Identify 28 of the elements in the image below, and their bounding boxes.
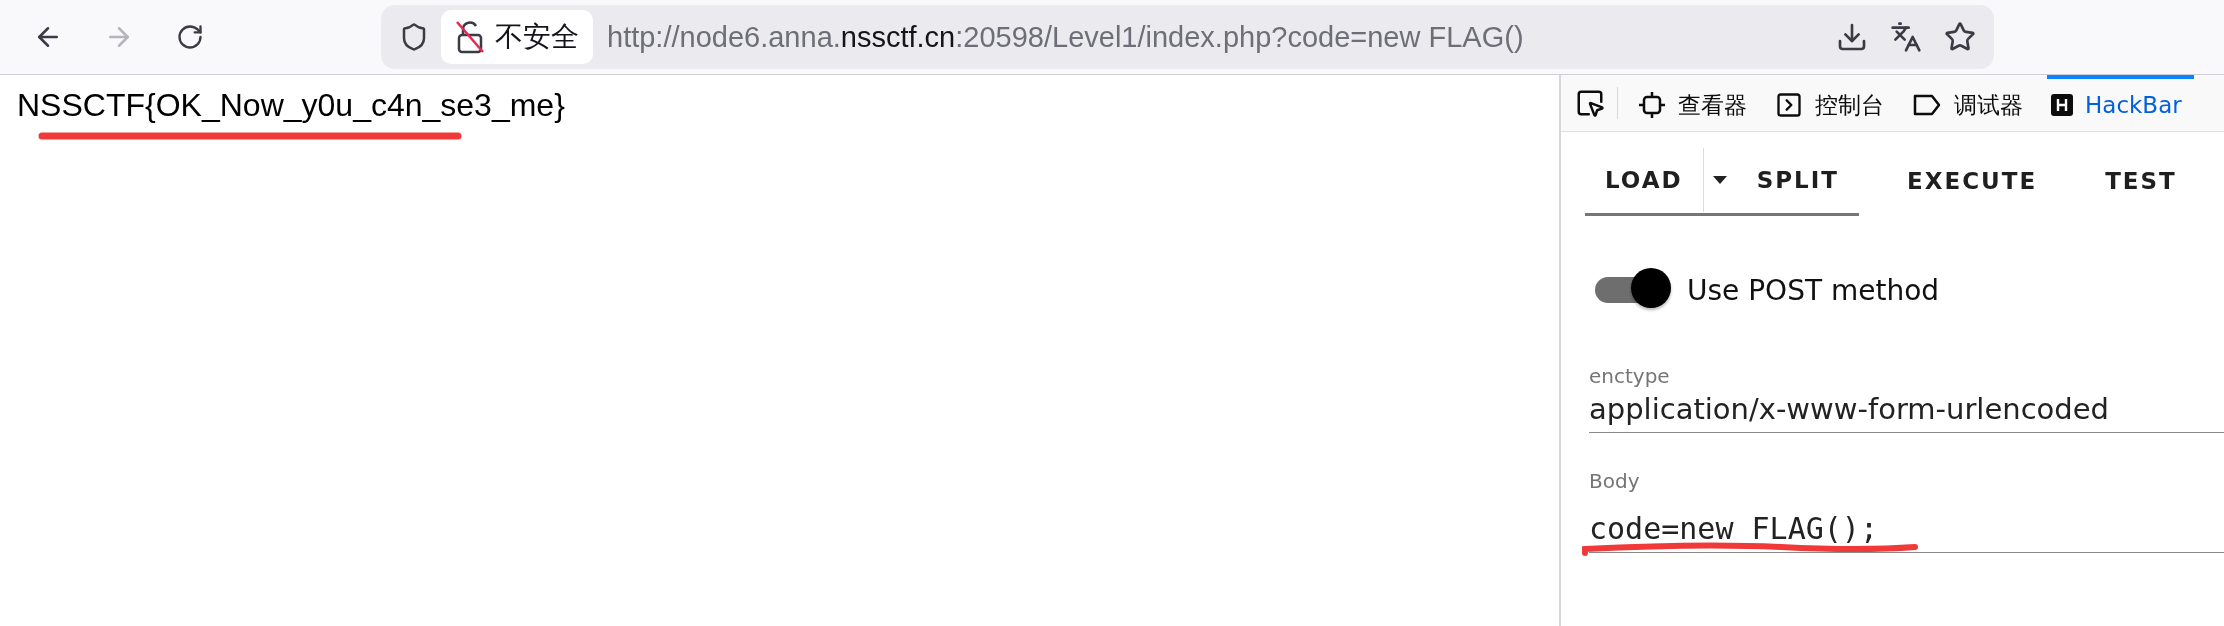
split-button[interactable]: SPLIT [1736, 147, 1859, 212]
url-text: http://node6.anna.nssctf.cn:20598/Level1/index.php?code=new FLAG() [607, 20, 1525, 54]
address-bar[interactable]: 不安全 http://node6.anna.nssctf.cn:20598/Level1/index.php?code=new FLAG() [381, 5, 1994, 69]
download-icon[interactable] [1836, 21, 1868, 53]
devtools-tab[interactable]: 调试器 [1908, 75, 2035, 131]
input-field[interactable]: code=new FLAG(); [1589, 507, 2224, 553]
devtools-tab[interactable]: 查看器 [1634, 75, 1759, 131]
devtools-tab[interactable]: 控制台 [1771, 75, 1896, 131]
insecure-lock-icon [455, 20, 485, 54]
field-label: Body [1589, 469, 1641, 493]
toggle-label: Use POST method [1687, 273, 1940, 307]
translate-icon[interactable] [1890, 21, 1922, 53]
tag-icon [1912, 93, 1942, 117]
reload-icon [176, 23, 204, 51]
flag-text: NSSCTF{OK_Now_y0u_c4n_se3_me} [17, 86, 566, 125]
load-button[interactable]: LOAD [1585, 147, 1703, 212]
star-icon[interactable] [1944, 21, 1976, 53]
security-chip[interactable]: 不安全 [441, 10, 593, 64]
execute-button[interactable]: EXECUTE [1887, 149, 2058, 213]
hackbar-icon [2051, 94, 2073, 116]
test-button[interactable]: TEST [2085, 149, 2197, 213]
security-label: 不安全 [495, 19, 579, 55]
element-picker-icon[interactable] [1575, 87, 1618, 119]
devtools-tab[interactable]: HackBar [2047, 75, 2194, 131]
field-label: enctype [1589, 364, 1671, 388]
console-icon [1775, 91, 1803, 119]
input-field[interactable]: application/x-www-form-urlencoded [1589, 388, 2224, 433]
crosshair-square-icon [1638, 91, 1666, 119]
